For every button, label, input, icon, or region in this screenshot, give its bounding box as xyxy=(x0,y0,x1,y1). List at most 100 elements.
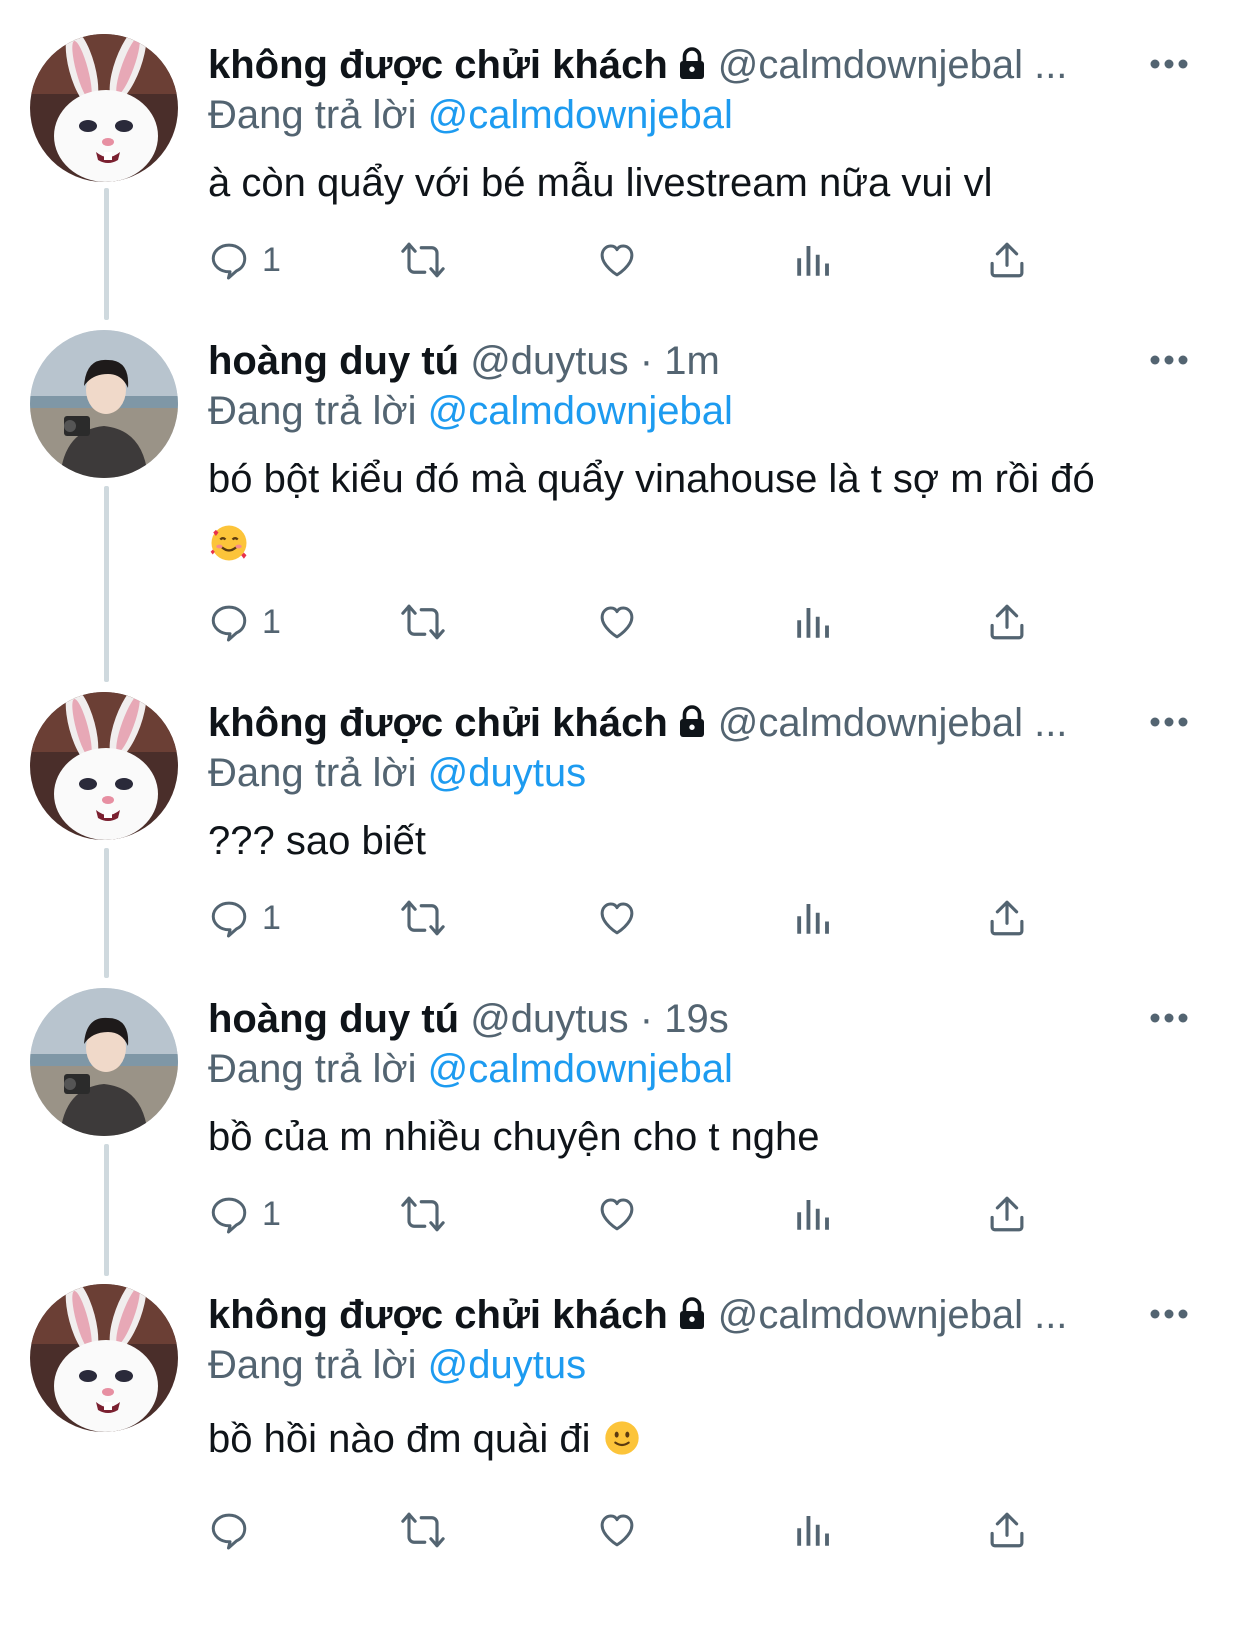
mention-link[interactable]: @duytus xyxy=(428,751,586,795)
replying-to: Đang trả lời @calmdownjebal xyxy=(208,1044,733,1094)
reply-button[interactable]: 1 xyxy=(208,1184,281,1244)
reply-count: 1 xyxy=(262,240,281,279)
tweet-header: hoàng duy tú @duytus · 1m xyxy=(208,336,1128,386)
thread-line xyxy=(104,1144,109,1276)
tweet-text-content: ??? sao biết xyxy=(208,819,426,863)
reply-button[interactable]: 1 xyxy=(208,230,281,290)
replying-to: Đang trả lời @calmdownjebal xyxy=(208,386,733,436)
tweet-text-content: bó bột kiểu đó mà quẩy vinahouse là t sợ… xyxy=(208,457,1095,501)
author-name[interactable]: không được chửi khách xyxy=(208,701,668,745)
author-name[interactable]: không được chửi khách xyxy=(208,43,668,87)
replying-label: Đang trả lời xyxy=(208,751,417,795)
author-name[interactable]: hoàng duy tú xyxy=(208,997,459,1041)
author-handle[interactable]: @calmdownjebal ... xyxy=(718,1293,1068,1337)
views-icon xyxy=(797,1516,829,1546)
action-bar xyxy=(208,1500,1108,1560)
like-icon xyxy=(600,902,634,935)
share-button[interactable] xyxy=(986,592,1028,652)
retweet-icon xyxy=(401,604,445,640)
retweet-button[interactable] xyxy=(398,888,448,948)
author-name[interactable]: không được chửi khách xyxy=(208,1293,668,1337)
like-button[interactable] xyxy=(594,1184,640,1244)
views-button[interactable] xyxy=(792,888,834,948)
retweet-button[interactable] xyxy=(398,592,448,652)
share-icon xyxy=(990,242,1024,278)
share-button[interactable] xyxy=(986,1184,1028,1244)
more-icon[interactable] xyxy=(1145,44,1193,84)
thread-line xyxy=(104,848,109,978)
tweet-text-content: bồ hồi nào đm quài đi xyxy=(208,1417,591,1461)
replying-to: Đang trả lời @duytus xyxy=(208,1340,586,1390)
lock-icon xyxy=(674,44,710,90)
reply-button[interactable]: 1 xyxy=(208,888,281,948)
views-icon xyxy=(797,246,829,276)
share-button[interactable] xyxy=(986,230,1028,290)
reply-icon xyxy=(211,1197,247,1234)
more-icon[interactable] xyxy=(1145,1294,1193,1334)
views-button[interactable] xyxy=(792,1500,834,1560)
share-button[interactable] xyxy=(986,888,1028,948)
retweet-button[interactable] xyxy=(398,1500,448,1560)
replying-label: Đang trả lời xyxy=(208,1343,417,1387)
share-icon xyxy=(990,900,1024,936)
thread-line xyxy=(104,188,109,320)
replying-label: Đang trả lời xyxy=(208,389,417,433)
tweet-header: không được chửi khách @calmdownjebal ... xyxy=(208,40,1128,90)
reply-button[interactable]: 1 xyxy=(208,592,281,652)
retweet-button[interactable] xyxy=(398,1184,448,1244)
mention-link[interactable]: @calmdownjebal xyxy=(428,93,733,137)
more-icon[interactable] xyxy=(1145,340,1193,380)
replying-to: Đang trả lời @duytus xyxy=(208,748,586,798)
author-handle[interactable]: @duytus · 1m xyxy=(470,339,720,383)
views-icon xyxy=(797,608,829,638)
tweet-text: bó bột kiểu đó mà quẩy vinahouse là t sợ… xyxy=(208,446,1208,584)
avatar-person[interactable] xyxy=(30,330,178,478)
replying-label: Đang trả lời xyxy=(208,1047,417,1091)
tweet-text-content: bồ của m nhiều chuyện cho t nghe xyxy=(208,1115,820,1159)
like-button[interactable] xyxy=(594,230,640,290)
more-icon[interactable] xyxy=(1145,998,1193,1038)
avatar-person[interactable] xyxy=(30,988,178,1136)
tweet-text-content: à còn quẩy với bé mẫu livestream nữa vui… xyxy=(208,161,993,205)
author-name[interactable]: hoàng duy tú xyxy=(208,339,459,383)
share-button[interactable] xyxy=(986,1500,1028,1560)
avatar-bunny[interactable] xyxy=(30,1284,178,1432)
tweet-text: ??? sao biết xyxy=(208,808,1208,874)
tweet-text: bồ hồi nào đm quài đi xyxy=(208,1406,1208,1478)
author-handle[interactable]: @calmdownjebal ... xyxy=(718,43,1068,87)
avatar-bunny[interactable] xyxy=(30,34,178,182)
tweet-header: không được chửi khách @calmdownjebal ... xyxy=(208,1290,1128,1340)
author-handle[interactable]: @calmdownjebal ... xyxy=(718,701,1068,745)
author-handle[interactable]: @duytus · 19s xyxy=(470,997,729,1041)
avatar-bunny[interactable] xyxy=(30,692,178,840)
thread-line xyxy=(104,486,109,682)
reply-count: 1 xyxy=(262,602,281,641)
slightly-smiling-face-emoji xyxy=(602,1412,642,1478)
reply-icon xyxy=(211,1513,247,1550)
lock-icon xyxy=(674,702,710,748)
retweet-button[interactable] xyxy=(398,230,448,290)
more-icon[interactable] xyxy=(1145,702,1193,742)
reply-count: 1 xyxy=(262,1194,281,1233)
reply-icon xyxy=(211,243,247,280)
like-button[interactable] xyxy=(594,888,640,948)
tweet-text: bồ của m nhiều chuyện cho t nghe xyxy=(208,1104,1208,1170)
like-button[interactable] xyxy=(594,1500,640,1560)
mention-link[interactable]: @duytus xyxy=(428,1343,586,1387)
mention-link[interactable]: @calmdownjebal xyxy=(428,1047,733,1091)
reply-button[interactable] xyxy=(208,1500,262,1560)
share-icon xyxy=(990,604,1024,640)
share-icon xyxy=(990,1196,1024,1232)
tweet-text: à còn quẩy với bé mẫu livestream nữa vui… xyxy=(208,150,1208,216)
share-icon xyxy=(990,1512,1024,1548)
like-button[interactable] xyxy=(594,592,640,652)
action-bar: 1 xyxy=(208,888,1108,948)
mention-link[interactable]: @calmdownjebal xyxy=(428,389,733,433)
smiling-face-with-hearts-emoji xyxy=(208,518,250,584)
views-button[interactable] xyxy=(792,592,834,652)
retweet-icon xyxy=(401,1196,445,1232)
replying-label: Đang trả lời xyxy=(208,93,417,137)
views-button[interactable] xyxy=(792,1184,834,1244)
retweet-icon xyxy=(401,1512,445,1548)
views-button[interactable] xyxy=(792,230,834,290)
